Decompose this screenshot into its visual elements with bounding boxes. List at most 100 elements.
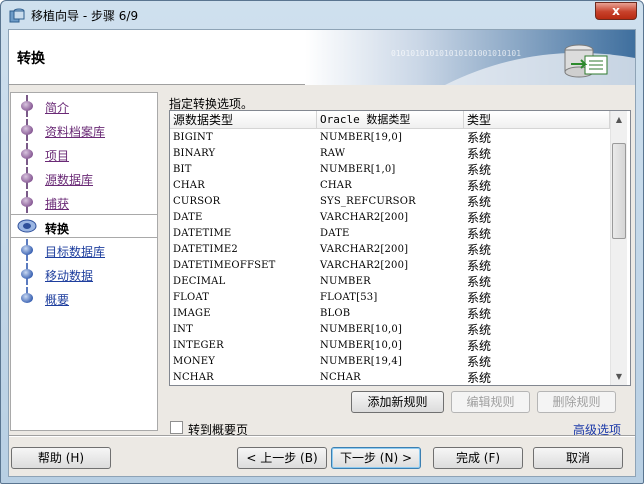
delete-rule-button[interactable]: 删除规则 xyxy=(537,391,616,413)
add-rule-button[interactable]: 添加新规则 xyxy=(351,391,444,413)
table-row[interactable]: DATETIMEOFFSET VARCHAR2[200] 系统 xyxy=(170,258,610,274)
page-title: 转换 xyxy=(17,51,45,67)
table-row[interactable]: BINARY RAW 系统 xyxy=(170,146,610,162)
source-type-cell: DATETIME xyxy=(173,228,232,239)
step-convert[interactable]: 转换 xyxy=(11,214,157,238)
finish-button[interactable]: 完成 (F) xyxy=(433,447,523,469)
table-row[interactable]: MONEY NUMBER[19,4] 系统 xyxy=(170,354,610,370)
table-row[interactable]: INT NUMBER[10,0] 系统 xyxy=(170,322,610,338)
step-intro[interactable]: 简介 xyxy=(11,95,157,117)
current-step-icon xyxy=(17,219,37,233)
step-done-icon xyxy=(21,173,33,183)
source-type-cell: BIGINT xyxy=(173,132,213,143)
step-label[interactable]: 项目 xyxy=(45,147,69,164)
kind-cell: 系统 xyxy=(467,291,492,305)
table-row[interactable]: DATE VARCHAR2[200] 系统 xyxy=(170,210,610,226)
step-summary[interactable]: 概要 xyxy=(11,287,157,309)
oracle-type-cell: RAW xyxy=(320,148,346,159)
step-target-database[interactable]: 目标数据库 xyxy=(11,239,157,261)
source-type-cell: MONEY xyxy=(173,356,216,367)
kind-cell: 系统 xyxy=(467,147,492,161)
step-label[interactable]: 目标数据库 xyxy=(45,243,105,260)
scroll-up-icon[interactable]: ▲ xyxy=(611,111,627,128)
kind-cell: 系统 xyxy=(467,195,492,209)
oracle-type-cell: NUMBER[1,0] xyxy=(320,164,396,175)
kind-cell: 系统 xyxy=(467,371,492,385)
kind-cell: 系统 xyxy=(467,179,492,193)
table-row[interactable]: NCHAR NCHAR 系统 xyxy=(170,370,610,385)
column-header[interactable]: Oracle 数据类型 xyxy=(317,111,464,129)
table-row[interactable]: FLOAT FLOAT[53] 系统 xyxy=(170,290,610,306)
help-button[interactable]: 帮助 (H) xyxy=(11,447,111,469)
source-type-cell: BINARY xyxy=(173,148,216,159)
kind-cell: 系统 xyxy=(467,211,492,225)
table-row[interactable]: DATETIME2 VARCHAR2[200] 系统 xyxy=(170,242,610,258)
step-source-database[interactable]: 源数据库 xyxy=(11,167,157,189)
step-move-data[interactable]: 移动数据 xyxy=(11,263,157,285)
step-label[interactable]: 捕获 xyxy=(45,195,69,212)
kind-cell: 系统 xyxy=(467,243,492,257)
oracle-type-cell: NUMBER[19,4] xyxy=(320,356,403,367)
footer-divider xyxy=(9,435,635,437)
oracle-type-cell: BLOB xyxy=(320,308,351,319)
source-type-cell: DECIMAL xyxy=(173,276,226,287)
svg-text:010101010101010101001010101: 010101010101010101001010101 xyxy=(391,49,521,58)
wizard-window: 移植向导 - 步骤 6/9 x 转换 010101010101010101001… xyxy=(0,0,644,484)
datatype-table[interactable]: 源数据类型 Oracle 数据类型 类型 BIGINT NUMBER[19,0] 系… xyxy=(169,110,631,386)
header-banner: 转换 010101010101010101001010101 xyxy=(9,30,635,85)
table-row[interactable]: INTEGER NUMBER[10,0] 系统 xyxy=(170,338,610,354)
table-row[interactable]: DATETIME DATE 系统 xyxy=(170,226,610,242)
step-done-icon xyxy=(21,149,33,159)
table-row[interactable]: BIT NUMBER[1,0] 系统 xyxy=(170,162,610,178)
table-body: BIGINT NUMBER[19,0] 系统 BINARY RAW 系统 BIT NUMBER… xyxy=(170,130,610,385)
step-label[interactable]: 资料档案库 xyxy=(45,123,105,140)
step-label[interactable]: 移动数据 xyxy=(45,267,93,284)
step-pending-icon xyxy=(21,269,33,279)
source-type-cell: INTEGER xyxy=(173,340,224,351)
oracle-type-cell: SYS_REFCURSOR xyxy=(320,196,416,207)
back-button[interactable]: < 上一步 (B) xyxy=(237,447,327,469)
table-row[interactable]: BIGINT NUMBER[19,0] 系统 xyxy=(170,130,610,146)
table-row[interactable]: CURSOR SYS_REFCURSOR 系统 xyxy=(170,194,610,210)
step-repository[interactable]: 资料档案库 xyxy=(11,119,157,141)
title-bar[interactable]: 移植向导 - 步骤 6/9 x xyxy=(1,1,643,29)
close-button[interactable]: x xyxy=(595,2,637,20)
goto-summary-checkbox[interactable] xyxy=(170,421,183,434)
step-label: 转换 xyxy=(45,222,70,236)
oracle-type-cell: NUMBER xyxy=(320,276,371,287)
source-type-cell: IMAGE xyxy=(173,308,211,319)
step-pending-icon xyxy=(21,245,33,255)
step-label[interactable]: 概要 xyxy=(45,291,69,308)
step-label[interactable]: 源数据库 xyxy=(45,171,93,188)
source-type-cell: CURSOR xyxy=(173,196,221,207)
oracle-type-cell: NCHAR xyxy=(320,372,361,383)
table-row[interactable]: CHAR CHAR 系统 xyxy=(170,178,610,194)
kind-cell: 系统 xyxy=(467,163,492,177)
next-button[interactable]: 下一步 (N) > xyxy=(331,447,421,469)
kind-cell: 系统 xyxy=(467,259,492,273)
steps-panel: 简介 资料档案库 项目 源数据库 捕获 转换 目标数据库 移动数据 概要 xyxy=(10,92,158,431)
table-row[interactable]: DECIMAL NUMBER 系统 xyxy=(170,274,610,290)
kind-cell: 系统 xyxy=(467,323,492,337)
source-type-cell: INT xyxy=(173,324,193,335)
source-type-cell: CHAR xyxy=(173,180,205,191)
cancel-button[interactable]: 取消 xyxy=(533,447,623,469)
source-type-cell: BIT xyxy=(173,164,192,175)
oracle-type-cell: NUMBER[10,0] xyxy=(320,324,403,335)
vertical-scrollbar[interactable]: ▲ ▼ xyxy=(610,111,627,385)
oracle-type-cell: VARCHAR2[200] xyxy=(320,212,409,223)
step-project[interactable]: 项目 xyxy=(11,143,157,165)
table-row[interactable]: IMAGE BLOB 系统 xyxy=(170,306,610,322)
step-pending-icon xyxy=(21,293,33,303)
step-capture[interactable]: 捕获 xyxy=(11,191,157,213)
step-done-icon xyxy=(21,125,33,135)
scroll-down-icon[interactable]: ▼ xyxy=(611,368,627,385)
column-header[interactable]: 类型 xyxy=(464,111,610,129)
step-done-icon xyxy=(21,101,33,111)
source-type-cell: DATE xyxy=(173,212,203,223)
scroll-thumb[interactable] xyxy=(612,143,626,239)
column-header[interactable]: 源数据类型 xyxy=(170,111,317,129)
oracle-type-cell: VARCHAR2[200] xyxy=(320,260,409,271)
edit-rule-button[interactable]: 编辑规则 xyxy=(451,391,530,413)
step-label[interactable]: 简介 xyxy=(45,99,69,116)
